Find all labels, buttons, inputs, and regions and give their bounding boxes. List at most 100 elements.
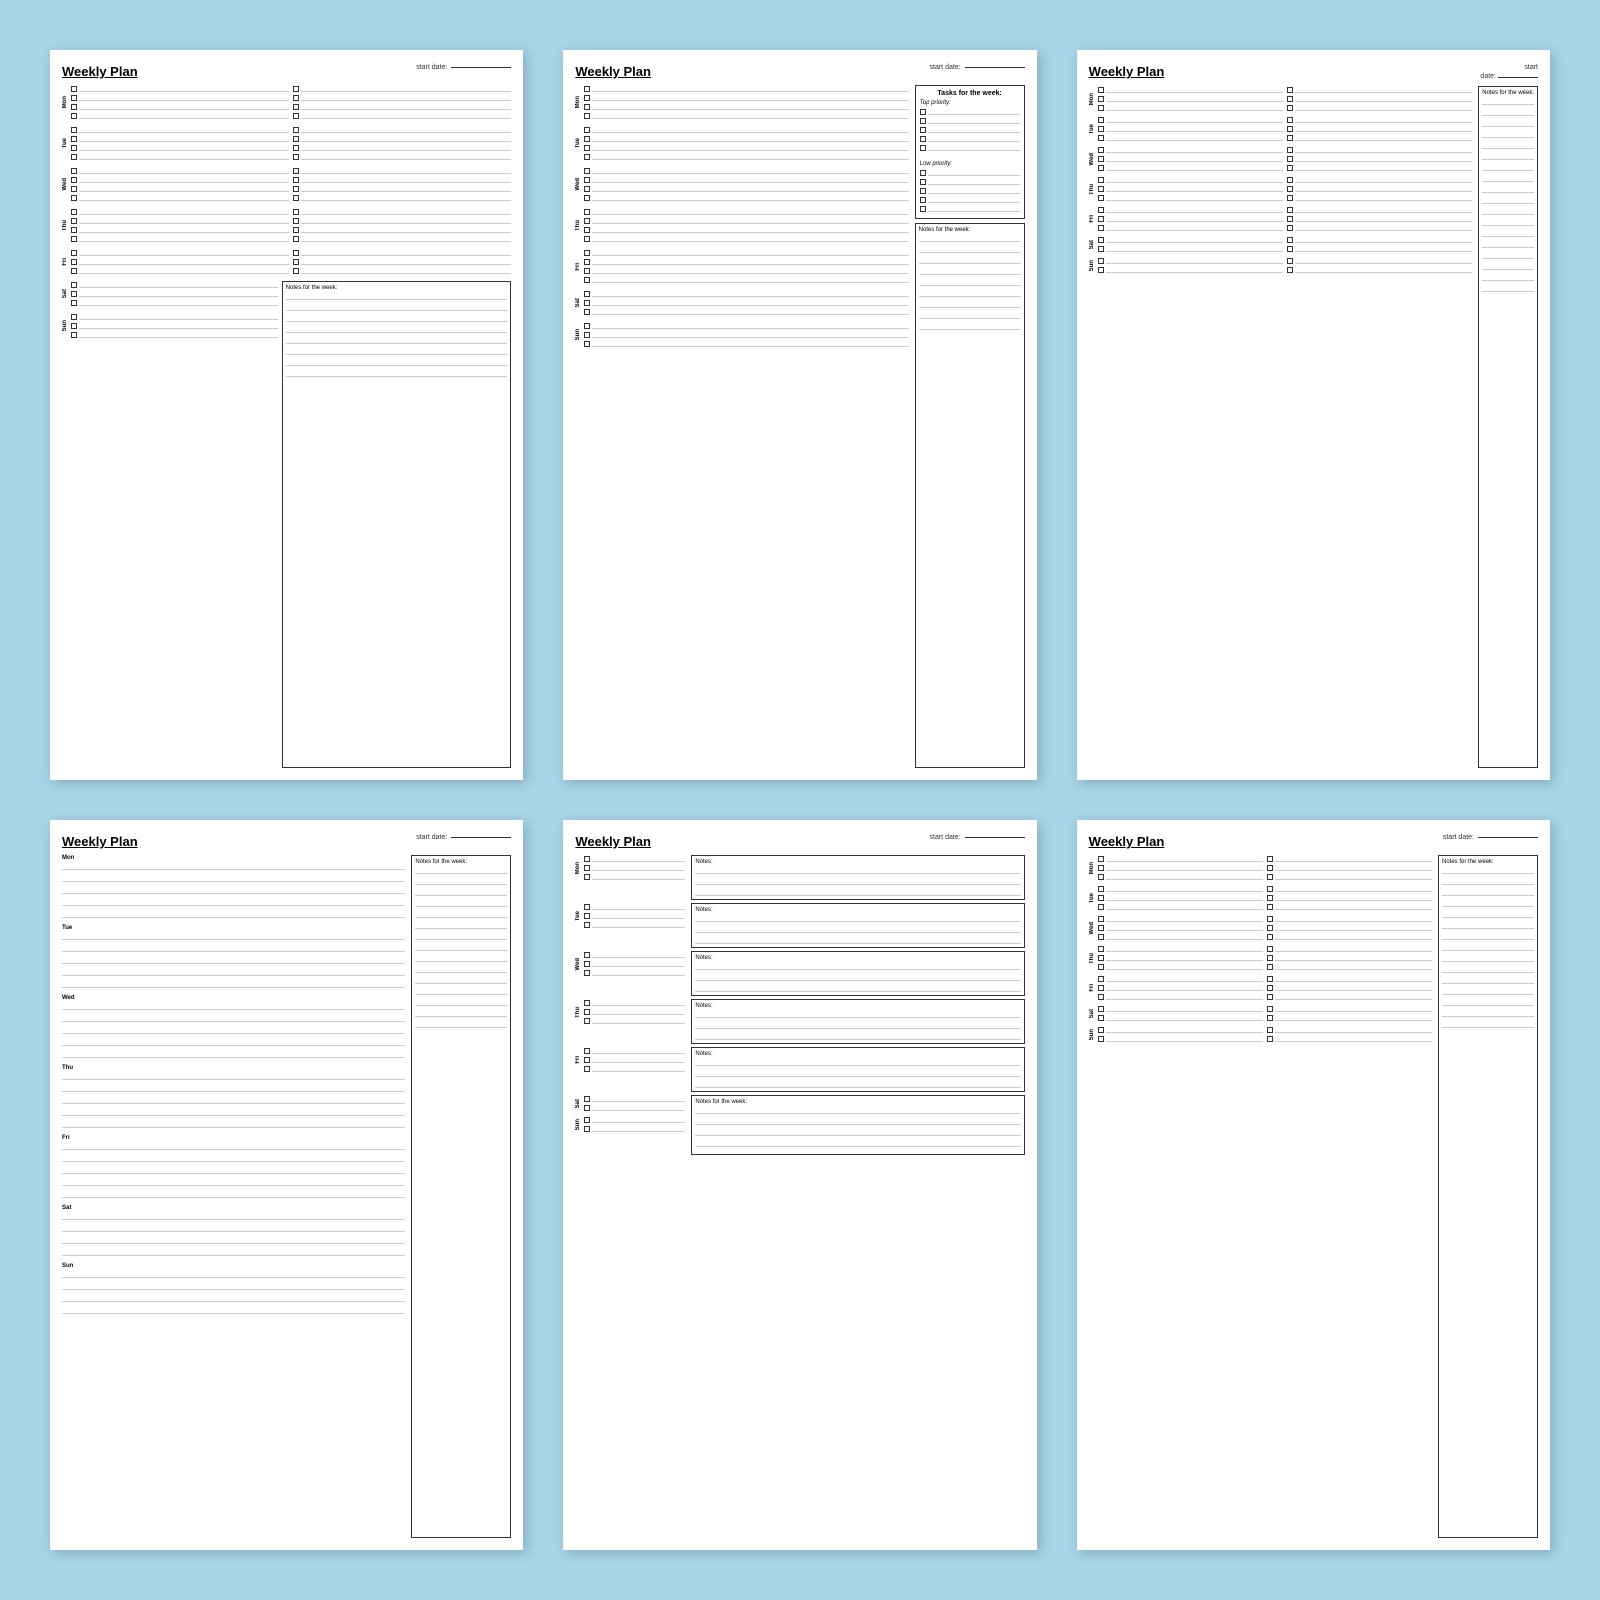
- checkbox[interactable]: [293, 209, 299, 215]
- checkbox[interactable]: [1098, 874, 1104, 880]
- checkbox[interactable]: [1267, 1027, 1273, 1033]
- checkbox[interactable]: [1098, 925, 1104, 931]
- checkbox[interactable]: [1267, 985, 1273, 991]
- checkbox[interactable]: [584, 104, 590, 110]
- checkbox[interactable]: [584, 136, 590, 142]
- checkbox[interactable]: [293, 227, 299, 233]
- checkbox[interactable]: [1098, 865, 1104, 871]
- checkbox[interactable]: [1287, 237, 1293, 243]
- checkbox[interactable]: [584, 236, 590, 242]
- checkbox[interactable]: [584, 1000, 590, 1006]
- checkbox[interactable]: [71, 300, 77, 306]
- checkbox[interactable]: [293, 86, 299, 92]
- checkbox[interactable]: [584, 300, 590, 306]
- checkbox[interactable]: [293, 168, 299, 174]
- checkbox[interactable]: [584, 186, 590, 192]
- checkbox[interactable]: [1287, 186, 1293, 192]
- checkbox[interactable]: [584, 168, 590, 174]
- checkbox[interactable]: [71, 95, 77, 101]
- checkbox[interactable]: [1098, 246, 1104, 252]
- checkbox[interactable]: [293, 259, 299, 265]
- checkbox[interactable]: [584, 913, 590, 919]
- checkbox[interactable]: [584, 218, 590, 224]
- checkbox[interactable]: [584, 268, 590, 274]
- checkbox[interactable]: [1287, 225, 1293, 231]
- checkbox[interactable]: [71, 250, 77, 256]
- checkbox[interactable]: [1098, 1015, 1104, 1021]
- checkbox[interactable]: [293, 113, 299, 119]
- checkbox[interactable]: [293, 177, 299, 183]
- checkbox[interactable]: [71, 227, 77, 233]
- checkbox[interactable]: [584, 1018, 590, 1024]
- checkbox[interactable]: [584, 1057, 590, 1063]
- checkbox[interactable]: [1098, 856, 1104, 862]
- checkbox[interactable]: [1098, 237, 1104, 243]
- checkbox[interactable]: [1098, 267, 1104, 273]
- checkbox[interactable]: [1267, 955, 1273, 961]
- checkbox[interactable]: [1267, 976, 1273, 982]
- checkbox[interactable]: [584, 195, 590, 201]
- checkbox[interactable]: [293, 154, 299, 160]
- checkbox[interactable]: [1267, 904, 1273, 910]
- checkbox[interactable]: [1267, 865, 1273, 871]
- checkbox[interactable]: [1267, 934, 1273, 940]
- checkbox[interactable]: [1267, 946, 1273, 952]
- checkbox[interactable]: [71, 323, 77, 329]
- checkbox[interactable]: [920, 145, 926, 151]
- checkbox[interactable]: [1267, 895, 1273, 901]
- checkbox[interactable]: [1287, 195, 1293, 201]
- checkbox[interactable]: [71, 104, 77, 110]
- checkbox[interactable]: [920, 136, 926, 142]
- checkbox[interactable]: [71, 168, 77, 174]
- checkbox[interactable]: [584, 865, 590, 871]
- checkbox[interactable]: [1267, 964, 1273, 970]
- checkbox[interactable]: [1287, 177, 1293, 183]
- checkbox[interactable]: [584, 874, 590, 880]
- checkbox[interactable]: [71, 177, 77, 183]
- checkbox[interactable]: [1287, 165, 1293, 171]
- checkbox[interactable]: [293, 268, 299, 274]
- checkbox[interactable]: [1287, 147, 1293, 153]
- checkbox[interactable]: [584, 227, 590, 233]
- checkbox[interactable]: [71, 209, 77, 215]
- checkbox[interactable]: [1287, 258, 1293, 264]
- checkbox[interactable]: [293, 236, 299, 242]
- checkbox[interactable]: [1098, 87, 1104, 93]
- checkbox[interactable]: [1098, 126, 1104, 132]
- checkbox[interactable]: [293, 250, 299, 256]
- checkbox[interactable]: [1098, 934, 1104, 940]
- checkbox[interactable]: [584, 323, 590, 329]
- checkbox[interactable]: [1098, 186, 1104, 192]
- checkbox[interactable]: [1098, 135, 1104, 141]
- checkbox[interactable]: [584, 177, 590, 183]
- checkbox[interactable]: [1287, 267, 1293, 273]
- checkbox[interactable]: [1098, 1036, 1104, 1042]
- checkbox[interactable]: [293, 104, 299, 110]
- checkbox[interactable]: [71, 136, 77, 142]
- checkbox[interactable]: [584, 1126, 590, 1132]
- checkbox[interactable]: [1098, 964, 1104, 970]
- checkbox[interactable]: [293, 186, 299, 192]
- checkbox[interactable]: [1098, 96, 1104, 102]
- checkbox[interactable]: [584, 259, 590, 265]
- checkbox[interactable]: [1287, 87, 1293, 93]
- checkbox[interactable]: [1267, 916, 1273, 922]
- checkbox[interactable]: [584, 209, 590, 215]
- checkbox[interactable]: [1098, 955, 1104, 961]
- checkbox[interactable]: [1267, 925, 1273, 931]
- checkbox[interactable]: [584, 961, 590, 967]
- checkbox[interactable]: [71, 195, 77, 201]
- checkbox[interactable]: [1098, 156, 1104, 162]
- checkbox[interactable]: [293, 195, 299, 201]
- checkbox[interactable]: [584, 1096, 590, 1102]
- checkbox[interactable]: [71, 186, 77, 192]
- checkbox[interactable]: [920, 170, 926, 176]
- checkbox[interactable]: [584, 1105, 590, 1111]
- checkbox[interactable]: [584, 952, 590, 958]
- checkbox[interactable]: [293, 95, 299, 101]
- checkbox[interactable]: [584, 856, 590, 862]
- checkbox[interactable]: [584, 291, 590, 297]
- checkbox[interactable]: [1098, 165, 1104, 171]
- checkbox[interactable]: [1267, 1036, 1273, 1042]
- checkbox[interactable]: [71, 145, 77, 151]
